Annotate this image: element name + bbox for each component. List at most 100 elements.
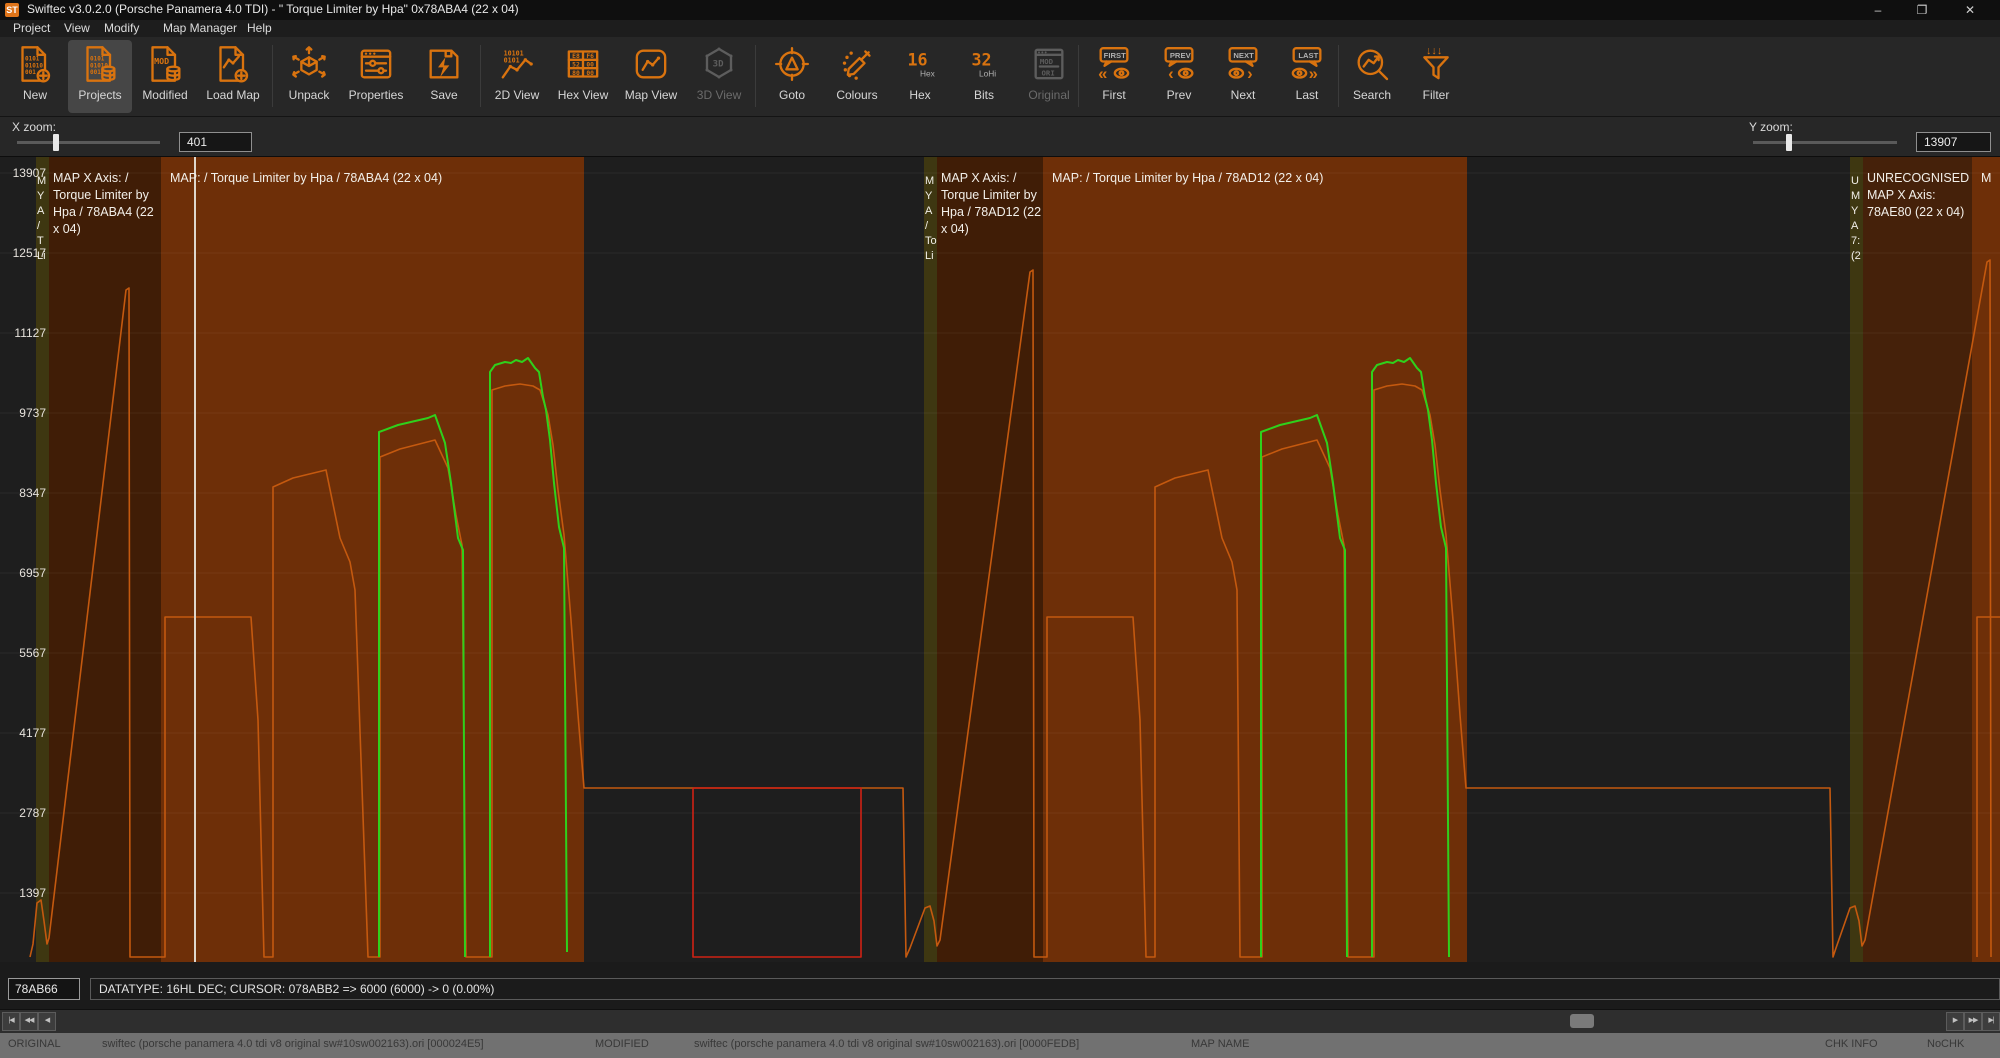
svg-text:001: 001 — [90, 69, 101, 76]
filter-button[interactable]: ↓↓↓ Filter — [1404, 40, 1468, 113]
svg-text:80: 80 — [572, 70, 580, 77]
original-button: MOD ORI Original — [1017, 40, 1081, 113]
close-button[interactable]: ✕ — [1948, 0, 1992, 20]
load-map-button[interactable]: Load Map — [201, 40, 265, 113]
map-panel-2[interactable] — [1043, 156, 1467, 962]
modified-filename: swiftec (porsche panamera 4.0 tdi v8 ori… — [694, 1038, 1079, 1050]
hex-button[interactable]: 16 Hex Hex — [888, 40, 952, 113]
menu-view[interactable]: View — [64, 21, 90, 35]
modified-label: MODIFIED — [595, 1038, 649, 1050]
maximize-button[interactable]: ❐ — [1900, 0, 1944, 20]
nochk-label: NoCHK — [1927, 1038, 1964, 1050]
menu-project[interactable]: Project — [13, 21, 50, 35]
modified-button[interactable]: MOD Modified — [133, 40, 197, 113]
svg-text:↓↓↓: ↓↓↓ — [1426, 45, 1442, 57]
menu-help[interactable]: Help — [247, 21, 272, 35]
scroll-last-icon[interactable]: ▶| — [1982, 1012, 2000, 1031]
svg-text:001: 001 — [25, 69, 36, 76]
horizontal-scrollbar[interactable]: |◀ ◀◀ ◀ ▶ ▶▶ ▶| — [0, 1009, 2000, 1034]
new-button[interactable]: 0101 01010 001 New — [3, 40, 67, 113]
address-input[interactable]: 78AB66 — [8, 978, 80, 1000]
svg-text:00: 00 — [586, 62, 594, 69]
unpack-button[interactable]: Unpack — [277, 40, 341, 113]
first-button[interactable]: FIRST « First — [1082, 40, 1146, 113]
map-panel-1[interactable] — [161, 156, 584, 962]
axis-strip-3[interactable] — [1850, 156, 1863, 962]
svg-text:›: › — [1247, 64, 1253, 83]
x-zoom-slider-thumb[interactable] — [53, 134, 59, 151]
toolbar-separator — [272, 45, 273, 107]
y-zoom-input[interactable]: 13907 — [1916, 132, 1991, 152]
svg-text:00: 00 — [586, 70, 594, 77]
xaxis-panel-3[interactable] — [1863, 156, 1972, 962]
last-icon: LAST » — [1275, 40, 1339, 88]
search-icon — [1340, 40, 1404, 88]
scroll-back-icon[interactable]: ◀ — [38, 1012, 56, 1031]
3d-view-button: 3D 3D View — [687, 40, 751, 113]
title-bar[interactable]: ST Swiftec v3.0.2.0 (Porsche Panamera 4.… — [0, 0, 2000, 20]
x-zoom-slider[interactable] — [17, 141, 160, 144]
menu-bar: Project View Modify Map Manager Help — [0, 20, 2000, 37]
svg-text:Hex: Hex — [920, 69, 936, 79]
axis-strip-1[interactable] — [36, 156, 49, 962]
scroll-fast-fwd-icon[interactable]: ▶▶ — [1964, 1012, 1982, 1031]
3d-view-icon: 3D — [687, 40, 751, 88]
unpack-icon — [277, 40, 341, 88]
xaxis-panel-1[interactable] — [49, 156, 161, 962]
goto-icon — [760, 40, 824, 88]
file-status-bar: ORIGINAL swiftec (porsche panamera 4.0 t… — [0, 1033, 2000, 1058]
map-2d-view[interactable] — [0, 0, 2000, 1058]
svg-text:3D: 3D — [713, 60, 724, 70]
menu-map-manager[interactable]: Map Manager — [163, 21, 237, 35]
hex-view-button[interactable]: E8 F6 52 00 80 00 Hex View — [551, 40, 615, 113]
colours-button[interactable]: Colours — [825, 40, 889, 113]
x-zoom-input[interactable]: 401 — [179, 132, 252, 152]
svg-text:16: 16 — [908, 51, 928, 70]
bits-icon: 32 LoHi — [952, 40, 1016, 88]
hex-view-icon: E8 F6 52 00 80 00 — [551, 40, 615, 88]
y-zoom-slider-thumb[interactable] — [1786, 134, 1792, 151]
y-zoom-label: Y zoom: — [1749, 120, 1793, 134]
save-button[interactable]: Save — [412, 40, 476, 113]
axis-strip-2[interactable] — [924, 156, 937, 962]
next-button[interactable]: NEXT › Next — [1211, 40, 1275, 113]
scrollbar-thumb[interactable] — [1570, 1014, 1594, 1028]
toolbar-separator — [1078, 45, 1079, 107]
projects-button[interactable]: 0101 01010 001 Projects — [68, 40, 132, 113]
prev-button[interactable]: PREV ‹ Prev — [1147, 40, 1211, 113]
svg-text:‹: ‹ — [1168, 64, 1174, 83]
svg-text:NEXT: NEXT — [1233, 51, 1254, 60]
status-bar: 78AB66 DATATYPE: 16HL DEC; CURSOR: 078AB… — [0, 963, 2000, 1008]
svg-text:PREV: PREV — [1170, 51, 1192, 60]
toolbar-separator — [755, 45, 756, 107]
hex-icon: 16 Hex — [888, 40, 952, 88]
projects-icon: 0101 01010 001 — [68, 40, 132, 88]
x-zoom-label: X zoom: — [12, 120, 56, 134]
scroll-fwd-icon[interactable]: ▶ — [1946, 1012, 1964, 1031]
toolbar: 0101 01010 001 New 0101 01010 001 Projec… — [0, 37, 2000, 117]
next-icon: NEXT › — [1211, 40, 1275, 88]
original-icon: MOD ORI — [1017, 40, 1081, 88]
scroll-fast-back-icon[interactable]: ◀◀ — [20, 1012, 38, 1031]
modified-icon: MOD — [133, 40, 197, 88]
filter-icon: ↓↓↓ — [1404, 40, 1468, 88]
save-icon — [412, 40, 476, 88]
map-view-button[interactable]: Map View — [619, 40, 683, 113]
bits-button[interactable]: 32 LoHi Bits — [952, 40, 1016, 113]
svg-text:FIRST: FIRST — [1104, 51, 1126, 60]
search-button[interactable]: Search — [1340, 40, 1404, 113]
map-name-label: MAP NAME — [1191, 1038, 1249, 1050]
menu-modify[interactable]: Modify — [104, 21, 139, 35]
original-filename: swiftec (porsche panamera 4.0 tdi v8 ori… — [102, 1038, 484, 1050]
last-button[interactable]: LAST » Last — [1275, 40, 1339, 113]
scroll-first-icon[interactable]: |◀ — [2, 1012, 20, 1031]
y-zoom-slider[interactable] — [1753, 141, 1897, 144]
minimize-button[interactable]: – — [1856, 0, 1900, 20]
2d-view-button[interactable]: 10101 0101 2D View — [485, 40, 549, 113]
svg-text:0101: 0101 — [504, 56, 520, 64]
window-title: Swiftec v3.0.2.0 (Porsche Panamera 4.0 T… — [27, 2, 519, 16]
original-label: ORIGINAL — [8, 1038, 61, 1050]
2d-view-icon: 10101 0101 — [485, 40, 549, 88]
properties-button[interactable]: Properties — [344, 40, 408, 113]
goto-button[interactable]: Goto — [760, 40, 824, 113]
